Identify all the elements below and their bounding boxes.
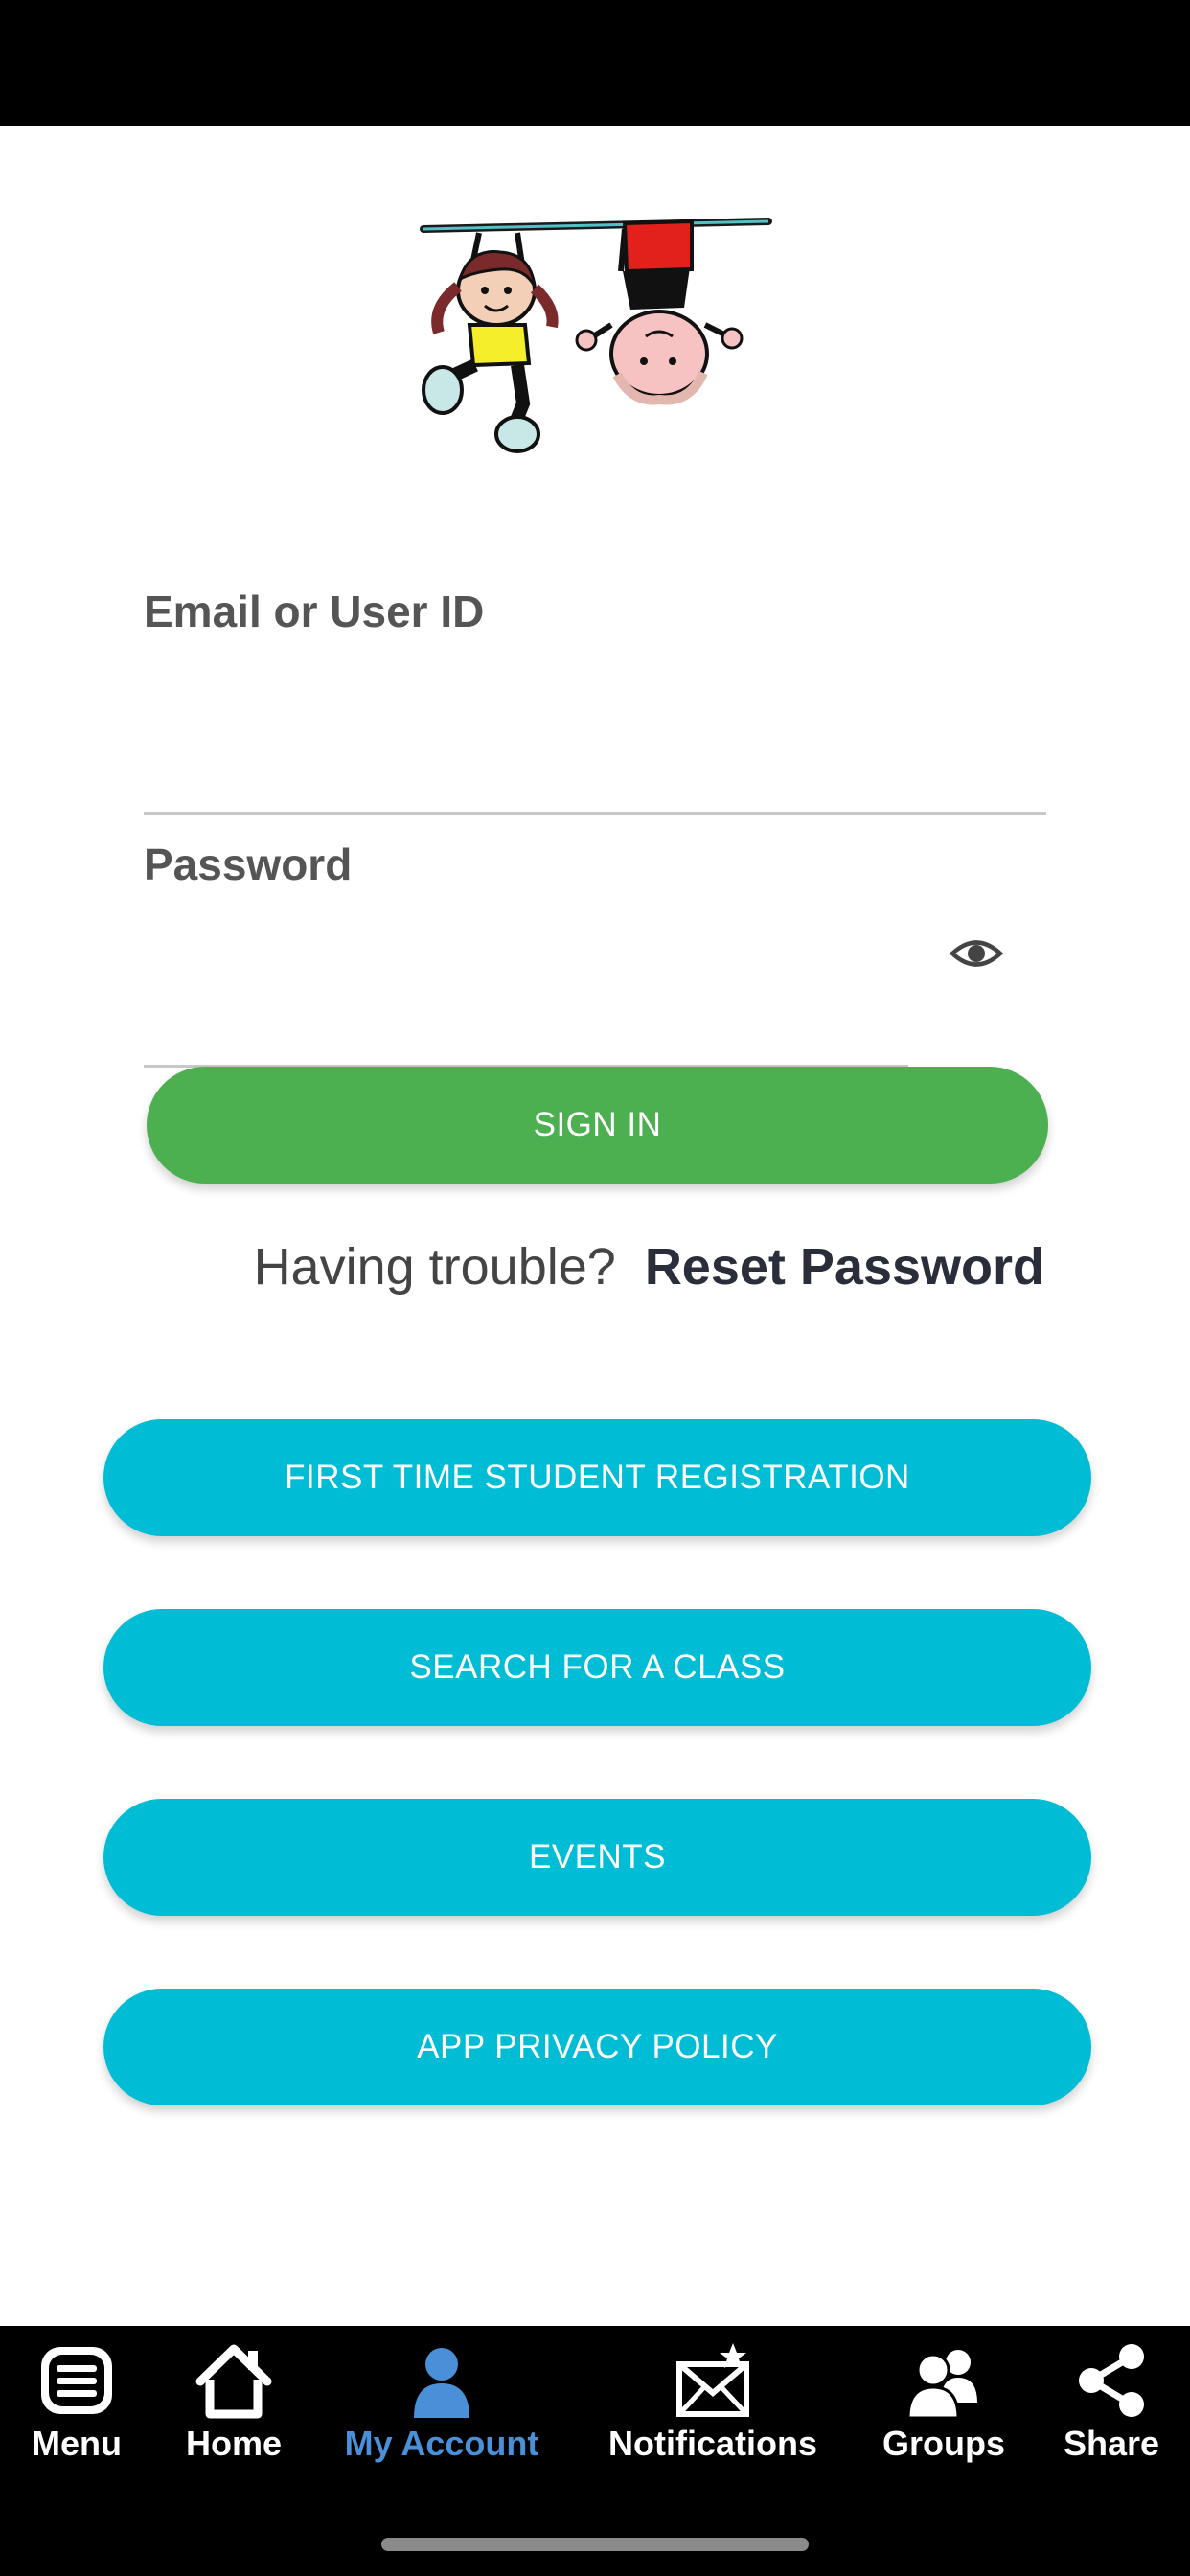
menu-icon	[41, 2347, 112, 2414]
tab-label-share: Share	[1063, 2424, 1160, 2463]
email-label: Email or User ID	[144, 586, 485, 636]
share-icon	[1079, 2344, 1144, 2417]
email-input[interactable]	[144, 745, 1046, 815]
password-label: Password	[144, 840, 353, 889]
trouble-text: Having trouble?	[253, 1238, 616, 1296]
tab-groups[interactable]: Groups	[876, 2326, 1012, 2476]
home-indicator[interactable]	[381, 2538, 809, 2551]
tab-share[interactable]: Share	[1054, 2326, 1169, 2476]
tab-label-menu: Menu	[32, 2424, 122, 2463]
status-bar	[0, 0, 1190, 126]
show-password-eye-icon[interactable]	[949, 926, 1004, 981]
search-class-button[interactable]: SEARCH FOR A CLASS	[103, 1609, 1091, 1726]
first-time-registration-button[interactable]: FIRST TIME STUDENT REGISTRATION	[103, 1419, 1091, 1536]
login-screen: Email or User ID Password SIGN IN Having…	[0, 126, 1190, 2326]
password-input[interactable]	[144, 998, 908, 1068]
tab-label-notifications: Notifications	[607, 2424, 817, 2463]
tab-label-home: Home	[185, 2424, 283, 2463]
tab-label-groups: Groups	[881, 2424, 1005, 2463]
home-icon	[195, 2344, 272, 2419]
help-row: Having trouble? Reset Password	[254, 1237, 1044, 1297]
reset-password-link[interactable]: Reset Password	[645, 1237, 1044, 1297]
groups-icon	[906, 2350, 977, 2420]
bottom-tab-bar: Menu Home My Account Notifications Group…	[0, 2326, 1190, 2476]
events-button[interactable]: EVENTS	[103, 1799, 1091, 1916]
account-icon	[414, 2348, 469, 2418]
tab-home[interactable]: Home	[172, 2326, 295, 2476]
notifications-icon	[676, 2343, 749, 2417]
tab-label-my-account: My Account	[344, 2424, 539, 2463]
privacy-policy-button[interactable]: APP PRIVACY POLICY	[103, 1989, 1091, 2105]
kids-logo	[420, 218, 772, 453]
sign-in-button[interactable]: SIGN IN	[147, 1067, 1048, 1184]
tab-my-account[interactable]: My Account	[333, 2326, 550, 2476]
tab-menu[interactable]: Menu	[17, 2326, 136, 2476]
tab-notifications[interactable]: Notifications	[596, 2326, 830, 2476]
